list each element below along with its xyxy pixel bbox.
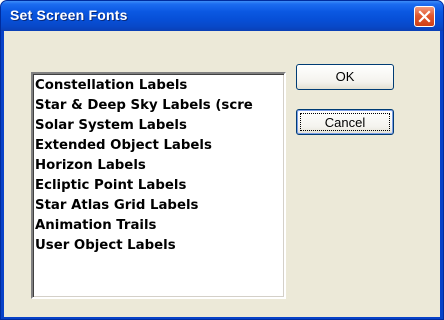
list-item[interactable]: User Object Labels (35, 236, 253, 256)
dialog-window: Set Screen Fonts Constellation Labels St… (0, 0, 444, 320)
close-button[interactable] (414, 6, 435, 27)
list-item[interactable]: Star & Deep Sky Labels (scre (35, 96, 253, 116)
close-icon (418, 10, 431, 23)
list-item[interactable]: Solar System Labels (35, 116, 253, 136)
title-bar[interactable]: Set Screen Fonts (1, 1, 443, 31)
font-category-list: Constellation Labels Star & Deep Sky Lab… (35, 76, 253, 256)
font-category-listbox[interactable]: Constellation Labels Star & Deep Sky Lab… (31, 72, 286, 299)
list-item[interactable]: Ecliptic Point Labels (35, 176, 253, 196)
ok-button[interactable]: OK (296, 64, 394, 90)
dialog-body: Constellation Labels Star & Deep Sky Lab… (4, 31, 440, 317)
list-item[interactable]: Constellation Labels (35, 76, 253, 96)
ok-button-label: OK (335, 69, 355, 84)
window-title: Set Screen Fonts (10, 7, 128, 23)
list-item[interactable]: Extended Object Labels (35, 136, 253, 156)
list-item[interactable]: Animation Trails (35, 216, 253, 236)
list-item[interactable]: Horizon Labels (35, 156, 253, 176)
cancel-button[interactable]: Cancel (296, 109, 394, 135)
list-item[interactable]: Star Atlas Grid Labels (35, 196, 253, 216)
cancel-button-label: Cancel (324, 115, 366, 130)
focus-rectangle: Cancel (300, 113, 390, 131)
